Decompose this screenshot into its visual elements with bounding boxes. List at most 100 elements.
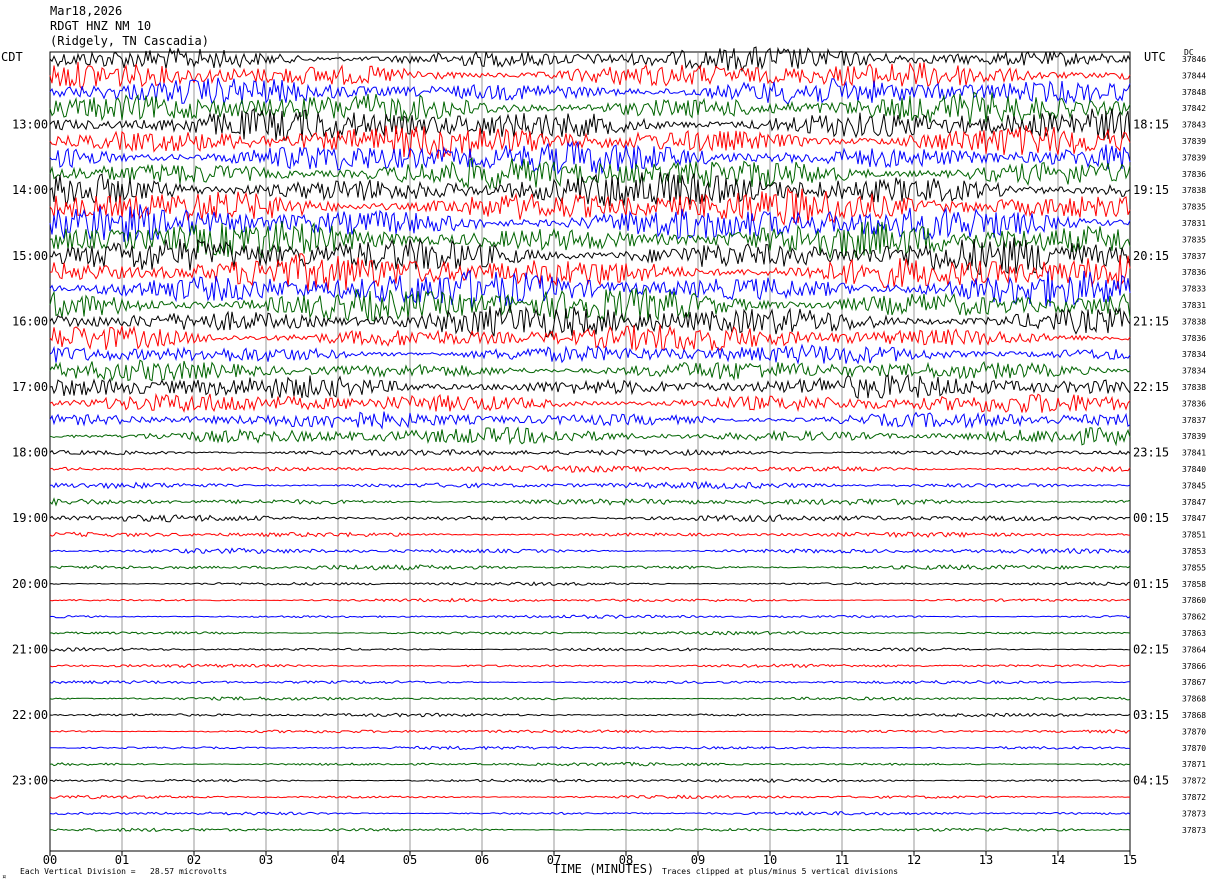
left-hour-label: 16:00: [12, 314, 48, 328]
right-hour-label: 18:15: [1133, 118, 1169, 132]
dc-offset-label: 37847: [1182, 498, 1206, 507]
dc-offset-label: 37838: [1182, 186, 1206, 195]
trace-row: [49, 411, 1131, 430]
dc-offset-label: 37870: [1182, 727, 1206, 736]
right-hour-label: 03:15: [1133, 708, 1169, 722]
dc-offset-label: 37872: [1182, 777, 1206, 786]
left-hour-label: 15:00: [12, 249, 48, 263]
trace-row: [49, 646, 1131, 652]
left-hour-label: 18:00: [12, 446, 48, 460]
trace-row: [49, 547, 1131, 555]
x-axis-title: TIME (MINUTES): [553, 862, 655, 876]
dc-offset-label: 37851: [1182, 531, 1206, 540]
dc-offset-label: 37837: [1182, 252, 1206, 261]
x-tick-label: 09: [691, 853, 705, 867]
dc-offset-label: 37863: [1182, 629, 1206, 638]
trace-row: [49, 597, 1131, 603]
trace-row: [49, 581, 1131, 587]
trace-row: [49, 171, 1131, 207]
trace-row: [49, 426, 1131, 447]
dc-offset-label: 37837: [1182, 416, 1206, 425]
x-tick-label: 01: [115, 853, 129, 867]
trace-row: [49, 531, 1131, 539]
left-hour-label: 17:00: [12, 380, 48, 394]
dc-offset-label: 37840: [1182, 465, 1206, 474]
trace-row: [49, 374, 1131, 399]
right-hour-label: 22:15: [1133, 380, 1169, 394]
dc-offset-label: 37866: [1182, 662, 1206, 671]
trace-row: [49, 827, 1131, 833]
trace-row: [49, 663, 1131, 669]
x-tick-label: 02: [187, 853, 201, 867]
trace-row: [49, 359, 1131, 382]
trace-row: [49, 157, 1131, 191]
trace-row: [49, 761, 1131, 767]
x-tick-label: 14: [1051, 853, 1065, 867]
dc-offset-label: 37868: [1182, 695, 1206, 704]
dc-offset-label: 37858: [1182, 580, 1206, 589]
x-tick-label: 04: [331, 853, 345, 867]
right-hour-label: 02:15: [1133, 642, 1169, 656]
trace-row: [49, 810, 1131, 816]
dc-offset-label: 37838: [1182, 383, 1206, 392]
left-hour-label: 20:00: [12, 577, 48, 591]
trace-row: [49, 563, 1131, 571]
dc-offset-label: 37836: [1182, 399, 1206, 408]
trace-row: [49, 794, 1131, 800]
x-tick-label: 05: [403, 853, 417, 867]
dc-offset-label: 37843: [1182, 121, 1206, 130]
dc-offset-label: 37855: [1182, 563, 1206, 572]
dc-offset-label: 37831: [1182, 219, 1206, 228]
x-tick-label: 00: [43, 853, 57, 867]
dc-offset-label: 37834: [1182, 367, 1206, 376]
dc-offset-label: 37872: [1182, 793, 1206, 802]
left-hour-label: 13:00: [12, 118, 48, 132]
trace-row: [49, 745, 1131, 751]
trace-row: [49, 514, 1131, 523]
corner-mark-icon: ¤: [2, 873, 7, 881]
trace-row: [49, 343, 1131, 365]
dc-offset-label: 37853: [1182, 547, 1206, 556]
trace-row: [49, 614, 1131, 620]
right-hour-label: 00:15: [1133, 511, 1169, 525]
scale-note: Each Vertical Division = 28.57 microvolt…: [20, 867, 228, 876]
left-hour-label: 14:00: [12, 183, 48, 197]
dc-offset-label: 37873: [1182, 826, 1206, 835]
dc-offset-label: 37860: [1182, 596, 1206, 605]
trace-row: [49, 464, 1131, 473]
dc-offset-label: 37862: [1182, 613, 1206, 622]
dc-offset-label: 37841: [1182, 449, 1206, 458]
dc-offset-label: 37868: [1182, 711, 1206, 720]
left-hour-label: 21:00: [12, 642, 48, 656]
dc-offset-label: 37873: [1182, 809, 1206, 818]
trace-row: [49, 778, 1131, 783]
dc-offset-label: 37842: [1182, 104, 1206, 113]
dc-offset-label: 37835: [1182, 203, 1206, 212]
trace-row: [49, 392, 1131, 414]
trace-row: [49, 679, 1130, 685]
dc-offset-label: 37833: [1182, 285, 1206, 294]
x-tick-label: 11: [835, 853, 849, 867]
dc-offset-label: 37871: [1182, 760, 1206, 769]
dc-offset-label: 37848: [1182, 88, 1206, 97]
dc-offset-label: 37838: [1182, 317, 1206, 326]
trace-row: [49, 286, 1131, 324]
x-tick-label: 06: [475, 853, 489, 867]
dc-offset-label: 37847: [1182, 514, 1206, 523]
left-hour-label: 23:00: [12, 774, 48, 788]
trace-row: [49, 448, 1131, 457]
trace-row: [49, 696, 1131, 701]
trace-row: [49, 61, 1131, 91]
dc-offset-label: 37867: [1182, 678, 1206, 687]
right-hour-label: 23:15: [1133, 446, 1169, 460]
trace-row: [49, 729, 1131, 734]
dc-offset-label: 37844: [1182, 71, 1206, 80]
dc-offset-label: 37846: [1182, 55, 1206, 64]
dc-offset-label: 37870: [1182, 744, 1206, 753]
clip-note: Traces clipped at plus/minus 5 vertical …: [662, 867, 899, 876]
dc-offset-label: 37835: [1182, 235, 1206, 244]
dc-offset-label: 37839: [1182, 137, 1206, 146]
trace-row: [49, 480, 1131, 490]
dc-offset-label: 37864: [1182, 645, 1206, 654]
trace-row: [49, 630, 1131, 636]
